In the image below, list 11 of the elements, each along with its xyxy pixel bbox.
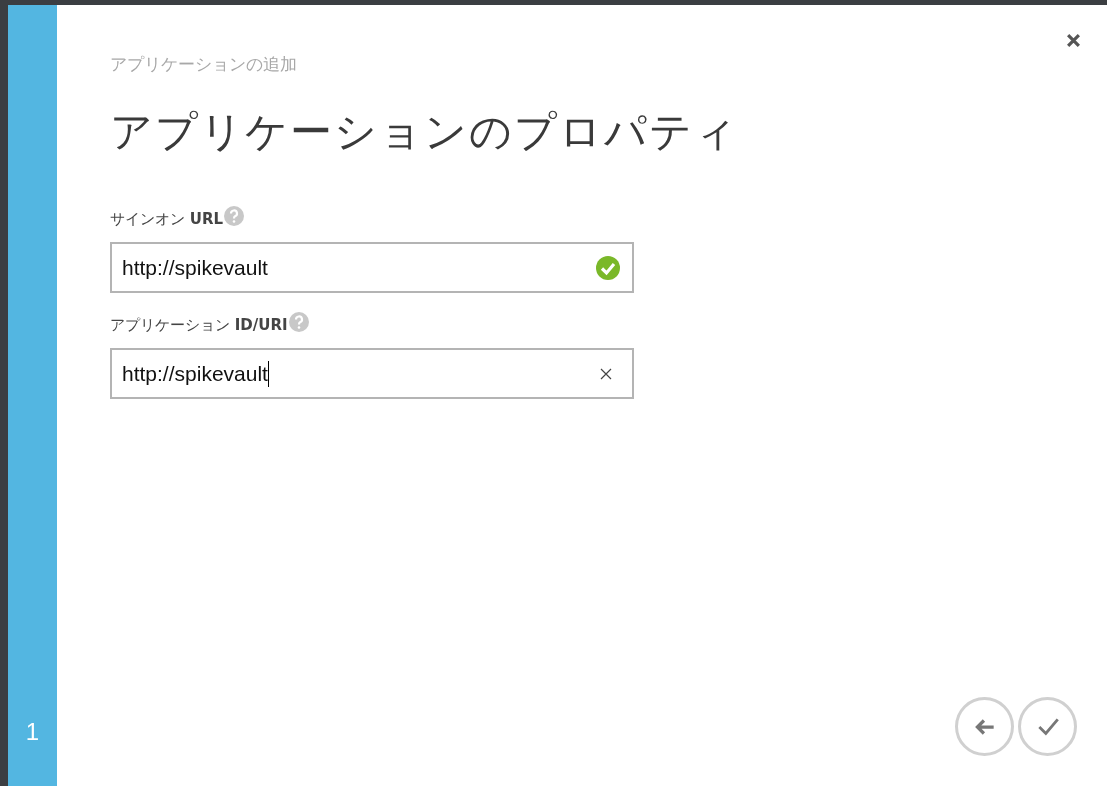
- dialog-subtitle: アプリケーションの追加: [110, 53, 298, 76]
- check-icon: [596, 255, 620, 280]
- field-label: アプリケーション ID/URI: [110, 315, 288, 336]
- text-cursor: [267, 360, 269, 387]
- step-number: 1: [25, 718, 40, 746]
- close-icon[interactable]: [1066, 33, 1081, 48]
- dialog-title: アプリケーションのプロパティ: [110, 106, 739, 158]
- clear-icon[interactable]: [600, 367, 612, 380]
- field-label: サインオン URL: [110, 209, 224, 230]
- input-field[interactable]: http://spikevault: [110, 348, 634, 399]
- input-field[interactable]: http://spikevault: [110, 242, 634, 293]
